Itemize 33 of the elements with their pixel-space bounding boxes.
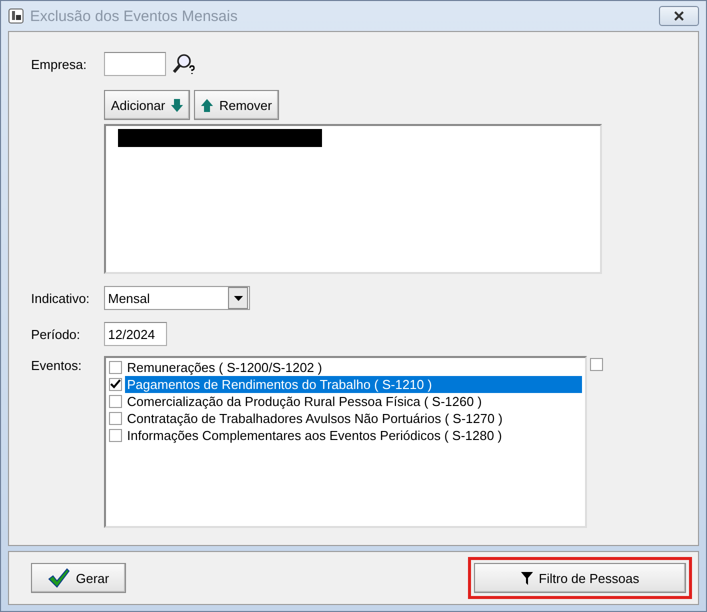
close-icon — [673, 11, 685, 21]
arrow-up-icon — [201, 98, 214, 112]
empresa-field[interactable] — [104, 52, 166, 76]
event-checkbox[interactable] — [109, 395, 122, 408]
event-item[interactable]: Contratação de Trabalhadores Avulsos Não Portuários ( S-1270 ) — [125, 410, 582, 427]
event-item[interactable]: Pagamentos de Rendimentos do Trabalho ( S-1210 ) — [125, 376, 582, 393]
indicativo-dropdown[interactable]: Mensal — [104, 286, 250, 310]
window-title: Exclusão dos Eventos Mensais — [30, 8, 238, 24]
search-icon[interactable] — [172, 53, 196, 75]
caret-icon — [234, 296, 242, 300]
eventos-label: Eventos: — [31, 358, 83, 373]
event-item[interactable]: Comercialização da Produção Rural Pessoa Física ( S-1260 ) — [125, 393, 582, 410]
indicativo-label: Indicativo: — [31, 290, 91, 306]
add-button[interactable]: Adicionar — [104, 90, 190, 120]
checkmark-icon — [48, 568, 70, 588]
generate-button[interactable]: Gerar — [31, 563, 126, 593]
periodo-field[interactable]: 12/2024 — [104, 322, 167, 346]
empresa-label: Empresa: — [31, 56, 88, 72]
event-checkbox[interactable] — [109, 361, 122, 374]
select-all-checkbox[interactable] — [590, 358, 603, 371]
remove-button[interactable]: Remover — [194, 90, 279, 120]
event-checkbox[interactable] — [109, 378, 122, 391]
funnel-icon — [520, 572, 533, 584]
filter-button[interactable]: Filtro de Pessoas — [474, 563, 686, 593]
company-list[interactable] — [104, 124, 602, 274]
event-item[interactable]: Informações Complementares aos Eventos Periódicos ( S-1280 ) — [125, 427, 582, 444]
event-checkbox[interactable] — [109, 412, 122, 425]
arrow-down-icon — [171, 98, 184, 112]
close-button[interactable] — [659, 6, 699, 26]
app-icon — [8, 8, 24, 24]
event-checkbox[interactable] — [109, 429, 122, 442]
event-item[interactable]: Remunerações ( S-1200/S-1202 ) — [125, 359, 582, 376]
periodo-label: Período: — [31, 326, 82, 342]
